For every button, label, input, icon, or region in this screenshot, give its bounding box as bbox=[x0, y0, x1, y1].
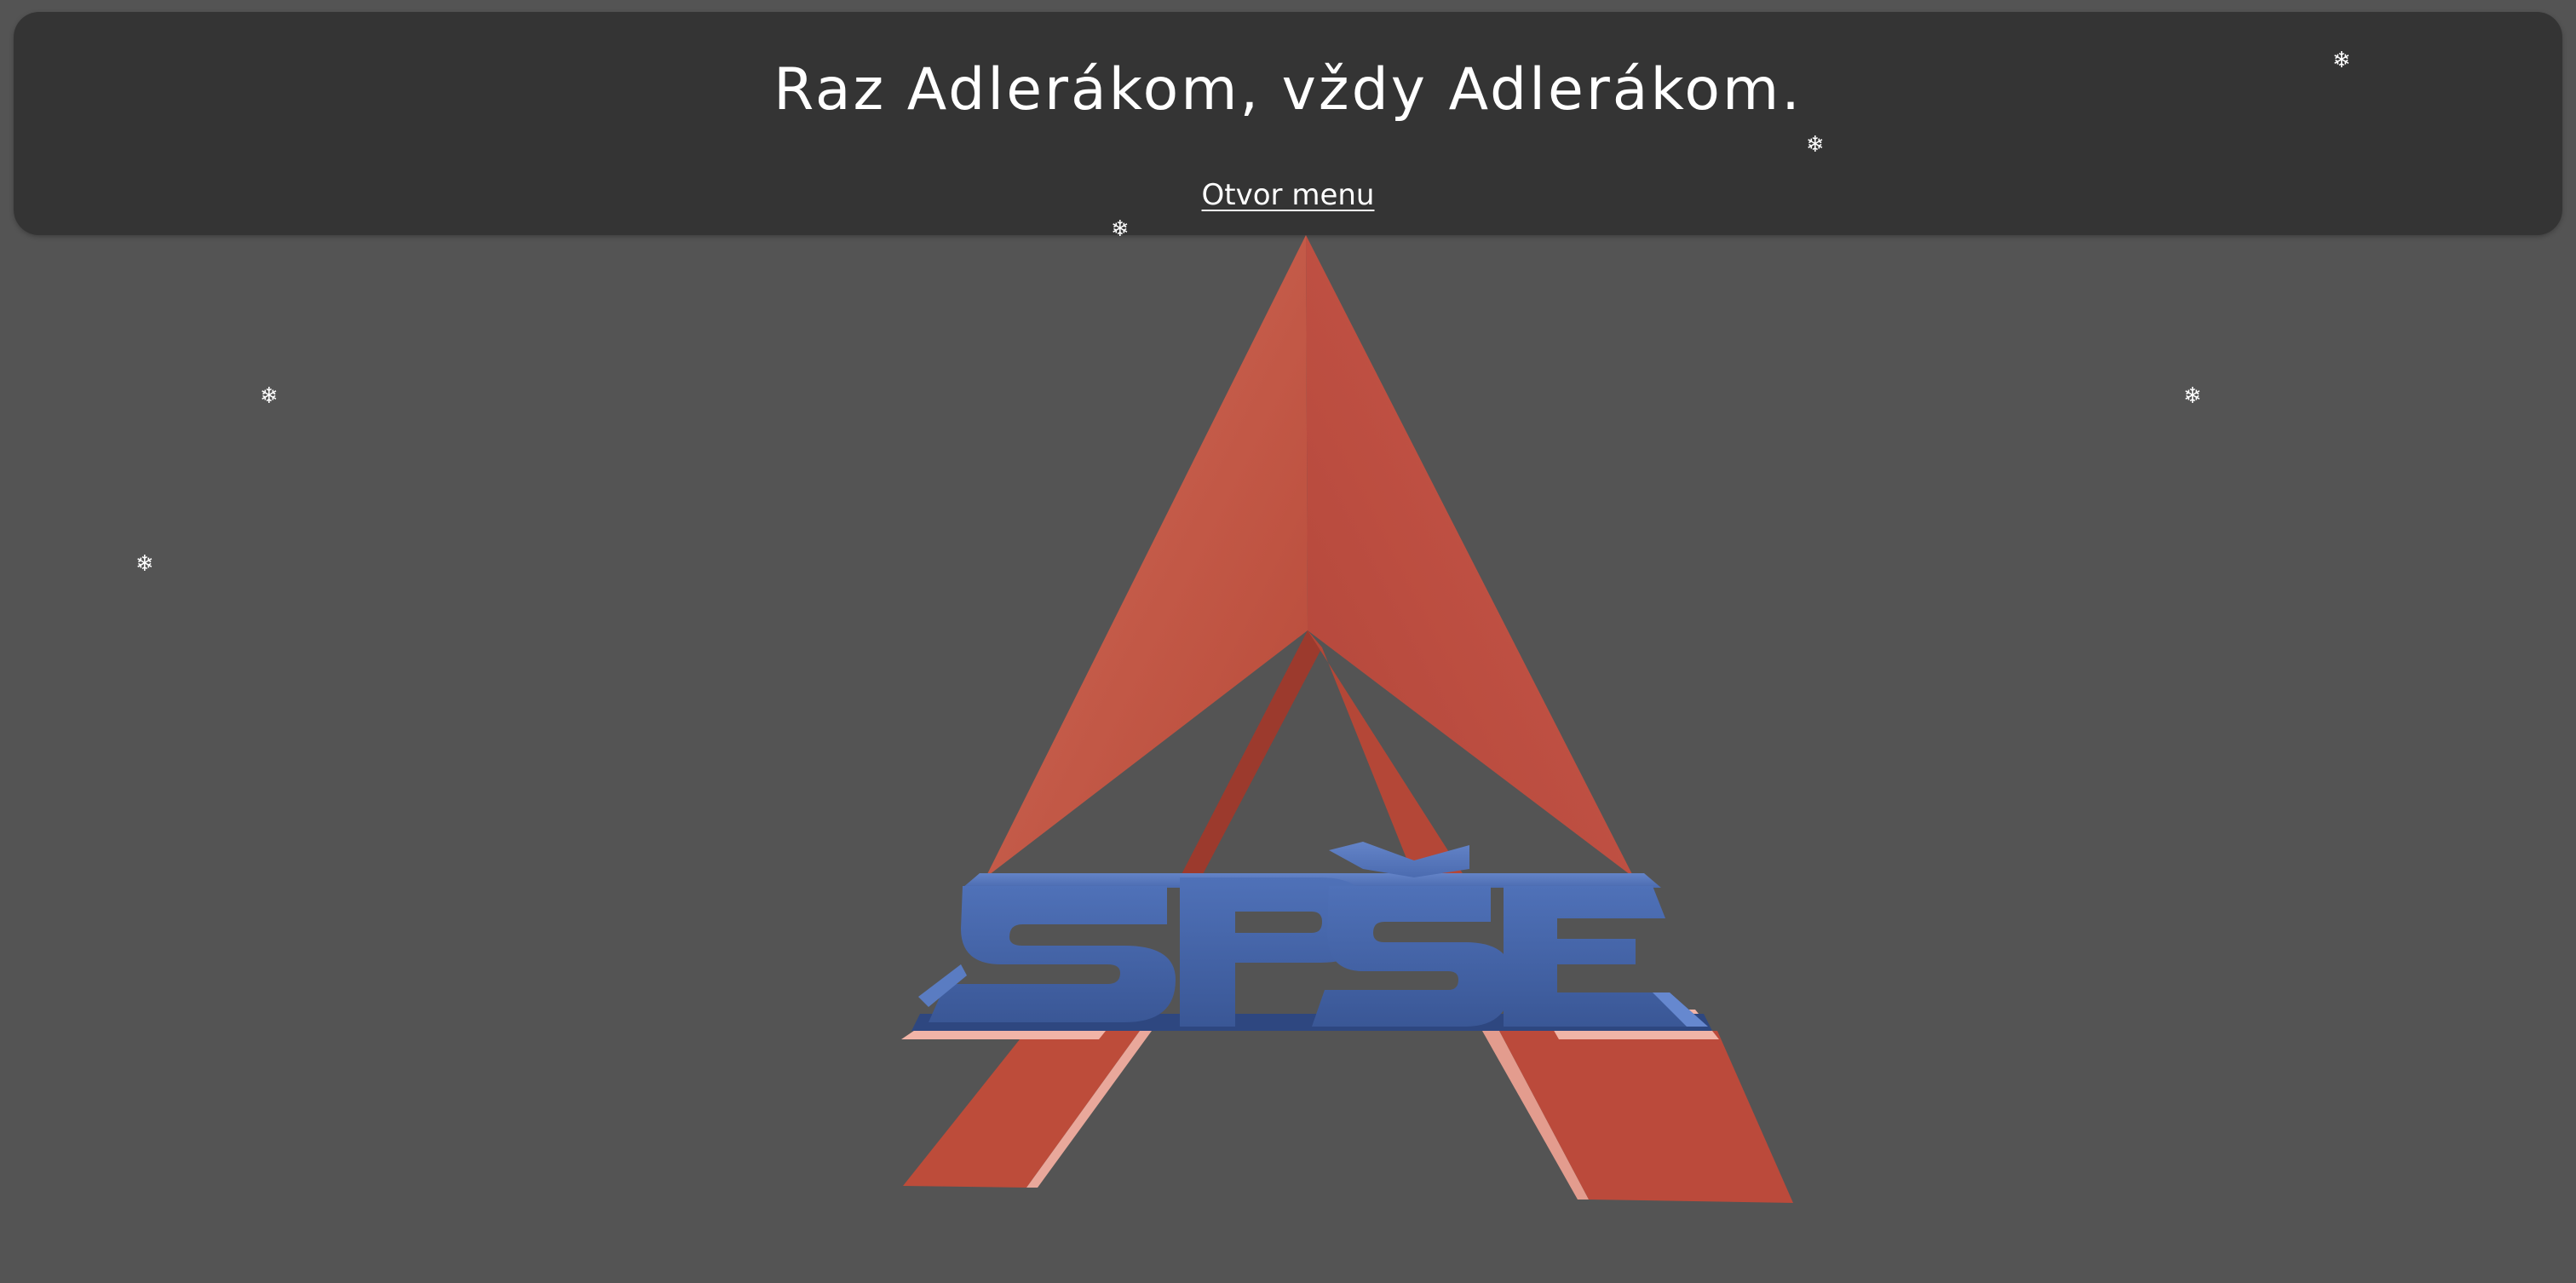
snowflake-icon: ❄ bbox=[1806, 132, 1825, 158]
logo-a-left-lower bbox=[903, 1031, 1140, 1188]
open-menu-link[interactable]: Otvor menu bbox=[1202, 178, 1375, 212]
snowflake-icon: ❄ bbox=[2183, 383, 2202, 409]
logo-letter-s-caron bbox=[1329, 842, 1469, 877]
snowflake-icon: ❄ bbox=[2332, 48, 2351, 73]
site-title: Raz Adlerákom, vždy Adlerákom. bbox=[773, 56, 1803, 124]
logo-letter-s bbox=[929, 886, 1176, 1022]
logo-a-right-upper bbox=[1306, 235, 1634, 877]
snowflake-icon: ❄ bbox=[260, 383, 279, 409]
snowflake-icon: ❄ bbox=[135, 551, 154, 577]
logo-letter-s-hacek bbox=[1312, 886, 1512, 1027]
header-bar: Raz Adlerákom, vždy Adlerákom. Otvor men… bbox=[14, 12, 2562, 235]
open-menu-container: Otvor menu bbox=[14, 181, 2562, 210]
logo-a-left-upper bbox=[986, 235, 1308, 877]
snowflake-icon: ❄ bbox=[1111, 216, 1130, 242]
school-logo bbox=[901, 235, 1793, 1203]
